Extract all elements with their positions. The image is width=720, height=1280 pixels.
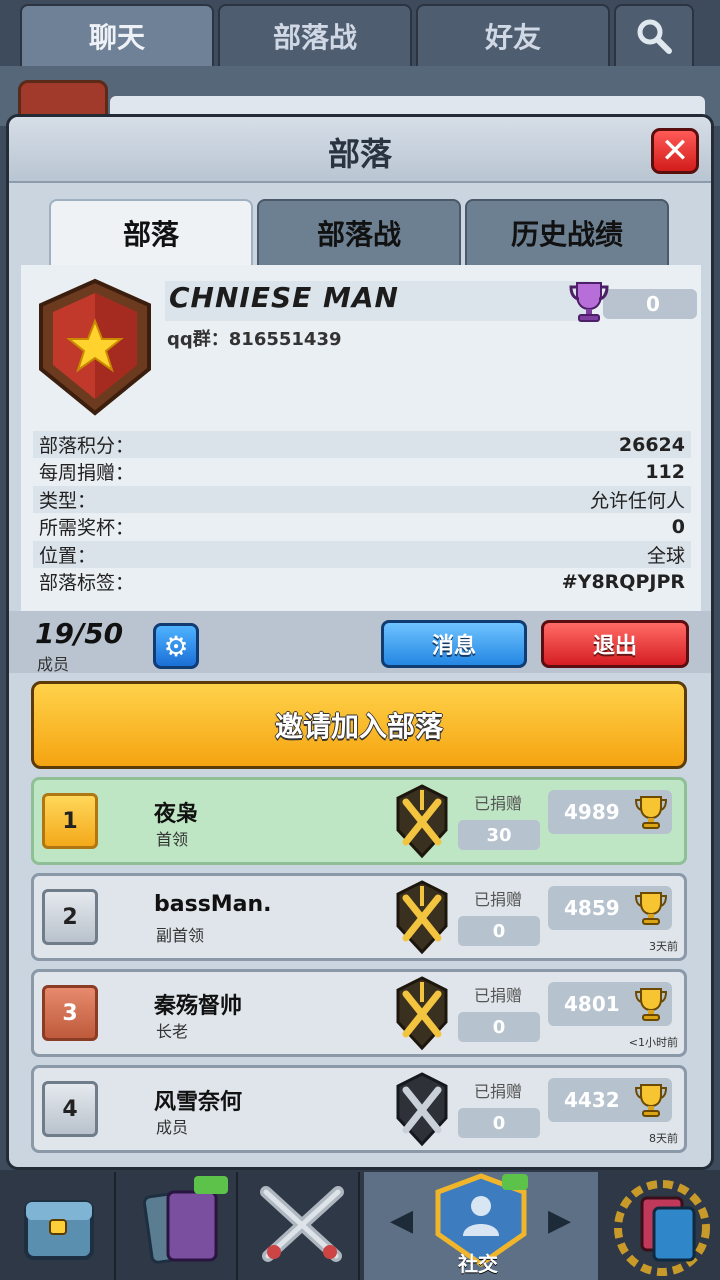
tab-clan[interactable]: 部落 — [49, 199, 253, 265]
member-count-label: 成员 — [37, 655, 70, 674]
arena-gold-icon — [396, 976, 448, 1051]
last-seen: 8天前 — [649, 1132, 678, 1145]
tab-friends[interactable]: 好友 — [416, 4, 610, 66]
trophy-icon — [634, 1084, 668, 1117]
stat-location: 位置： 全球 — [33, 541, 691, 568]
tab-clan-war-inner[interactable]: 部落战 — [257, 199, 461, 265]
clan-dialog: 部落 ✕ 部落 部落战 历史战绩 CHNIESE MAN qq群：8165514… — [6, 114, 714, 1170]
gear-icon: ⚙ — [163, 629, 189, 663]
rank-badge: 3 — [42, 985, 98, 1041]
laurel-cards-icon — [614, 1180, 710, 1276]
tab-clan-war[interactable]: 部落战 — [218, 4, 412, 66]
cards-icon — [142, 1176, 228, 1264]
rank-badge: 1 — [42, 793, 98, 849]
dialog-title: 部落 — [327, 135, 392, 173]
nav-events[interactable] — [604, 1172, 720, 1280]
member-role: 长老 — [156, 1022, 189, 1041]
arena-gold-icon — [396, 784, 448, 859]
member-row[interactable]: 1 夜枭 首领 已捐赠 30 4989 — [31, 777, 687, 865]
nav-social-label: 社交 — [458, 1252, 498, 1276]
member-row[interactable]: 4 风雪奈何 成员 已捐赠 0 4432 8天前 — [31, 1065, 687, 1153]
donated-label: 已捐赠 — [474, 1082, 523, 1101]
arena-gold-icon — [396, 880, 448, 955]
member-role: 首领 — [156, 830, 189, 849]
last-seen: 3天前 — [649, 940, 678, 953]
crossed-swords-icon — [260, 1186, 344, 1262]
arena-silver-icon — [396, 1072, 448, 1147]
member-name: bassMan. — [154, 892, 272, 917]
rank-badge: 4 — [42, 1081, 98, 1137]
donated-count: 30 — [458, 820, 540, 850]
donated-label: 已捐赠 — [474, 794, 523, 813]
stat-type: 类型： 允许任何人 — [33, 486, 691, 513]
member-count: 19/50 — [35, 617, 124, 650]
member-role: 副首领 — [156, 926, 205, 945]
message-button[interactable]: 消息 — [381, 620, 527, 668]
clan-name: CHNIESE MAN — [165, 281, 591, 321]
stat-required-trophies: 所需奖杯： 0 — [39, 515, 685, 540]
member-role: 成员 — [156, 1118, 189, 1137]
war-trophy-icon — [569, 282, 609, 322]
last-seen: <1小时前 — [628, 1036, 678, 1049]
trophy-icon — [634, 796, 668, 829]
close-button[interactable]: ✕ — [651, 128, 699, 174]
donated-count: 0 — [458, 1108, 540, 1138]
donated-count: 0 — [458, 916, 540, 946]
trophy-icon — [634, 988, 668, 1021]
invite-button[interactable]: 邀请加入部落 — [31, 681, 687, 769]
clan-badge — [35, 277, 155, 417]
search-icon — [637, 19, 672, 54]
stat-clan-score: 部落积分： 26624 — [33, 431, 691, 458]
close-icon: ✕ — [660, 131, 690, 171]
donated-label: 已捐赠 — [474, 890, 523, 909]
svg-text:▶: ▶ — [548, 1203, 571, 1238]
member-name: 夜枭 — [154, 802, 199, 827]
clan-settings-button[interactable]: ⚙ — [153, 623, 199, 669]
member-row[interactable]: 3 秦殇督帅 长老 已捐赠 0 4801 <1小时前 — [31, 969, 687, 1057]
tab-war-history[interactable]: 历史战绩 — [465, 199, 669, 265]
svg-text:◀: ◀ — [390, 1203, 413, 1238]
member-row[interactable]: 2 bassMan. 副首领 已捐赠 0 4859 3天前 — [31, 873, 687, 961]
nav-shop[interactable] — [0, 1172, 116, 1280]
rank-badge: 2 — [42, 889, 98, 945]
trophy-icon — [634, 892, 668, 925]
member-name: 秦殇督帅 — [154, 994, 243, 1019]
tab-chat[interactable]: 聊天 — [20, 4, 214, 66]
nav-battle[interactable] — [244, 1172, 360, 1280]
war-trophy-count: 0 — [603, 289, 697, 319]
stat-clan-tag: 部落标签： #Y8RQPJPR — [39, 570, 685, 595]
leave-clan-button[interactable]: 退出 — [541, 620, 689, 668]
donated-label: 已捐赠 — [474, 986, 523, 1005]
donated-count: 0 — [458, 1012, 540, 1042]
search-button[interactable] — [614, 4, 694, 66]
chest-icon — [24, 1200, 94, 1260]
stat-weekly-donations: 每周捐赠： 112 — [39, 460, 685, 485]
nav-cards[interactable] — [122, 1172, 238, 1280]
clan-description: qq群：816551439 — [167, 329, 342, 350]
member-name: 风雪奈何 — [154, 1090, 243, 1115]
